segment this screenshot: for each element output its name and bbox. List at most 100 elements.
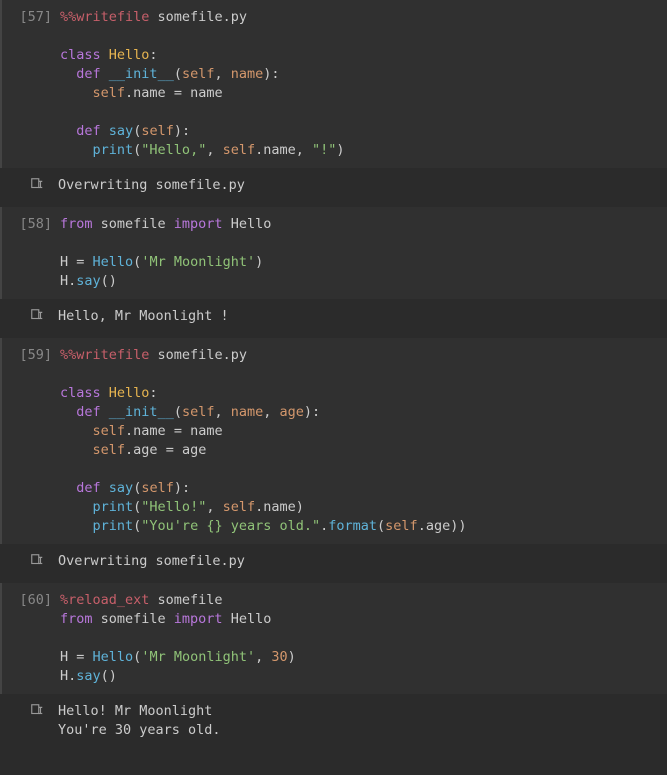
code-token-plain: name: [263, 499, 296, 515]
code-cell[interactable]: [57] %%writefile somefile.py class Hello…: [0, 0, 667, 168]
code-token-param: self: [93, 423, 126, 439]
code-token-str: "Hello!": [141, 499, 206, 515]
code-token-fn: print: [93, 142, 134, 158]
code-token-param: self: [223, 142, 256, 158]
output-collapse-icon[interactable]: [0, 552, 58, 571]
code-token-plain: [149, 347, 157, 363]
code-token-fn: say: [76, 273, 100, 289]
code-token-punc: ): [255, 254, 263, 270]
code-token-punc: ):: [304, 404, 320, 420]
code-token-param: name: [231, 66, 264, 82]
code-token-punc: ): [336, 142, 344, 158]
output-collapse-icon[interactable]: [0, 307, 58, 326]
code-token-fn: __init__: [109, 66, 174, 82]
code-token-str: 'Mr Moonlight': [141, 649, 255, 665]
code-token-param: self: [93, 85, 126, 101]
code-token-punc: =: [76, 649, 92, 665]
code-token-plain: [149, 9, 157, 25]
code-token-kw: class: [60, 385, 101, 401]
code-token-plain: [101, 66, 109, 82]
code-token-punc: (: [377, 518, 385, 534]
code-editor[interactable]: %reload_ext somefile from somefile impor…: [60, 591, 667, 686]
code-token-plain: [60, 142, 93, 158]
code-token-punc: (: [174, 66, 182, 82]
code-token-kw: def: [76, 66, 100, 82]
code-token-plain: H: [60, 254, 76, 270]
code-token-plain: [101, 123, 109, 139]
code-token-punc: ,: [255, 649, 271, 665]
code-token-plain: age: [426, 518, 450, 534]
code-token-punc: ):: [174, 123, 190, 139]
code-token-punc: ,: [296, 142, 312, 158]
code-token-kw: from: [60, 611, 93, 627]
code-token-str: "You're {} years old.": [141, 518, 320, 534]
code-token-plain: [60, 123, 76, 139]
code-token-plain: Hello: [223, 611, 272, 627]
code-token-punc: ,: [206, 499, 222, 515]
code-token-plain: Hello: [223, 216, 272, 232]
code-token-num: 30: [271, 649, 287, 665]
code-token-plain: [60, 499, 93, 515]
code-token-punc: ):: [263, 66, 279, 82]
execution-count: [60]: [2, 591, 60, 686]
code-token-plain: [101, 47, 109, 63]
code-editor[interactable]: from somefile import Hello H = Hello('Mr…: [60, 215, 667, 291]
code-cell[interactable]: [58] from somefile import Hello H = Hell…: [0, 207, 667, 299]
code-cell[interactable]: [59] %%writefile somefile.py class Hello…: [0, 338, 667, 544]
code-token-plain: name: [263, 142, 296, 158]
code-token-punc: :: [149, 385, 157, 401]
code-token-punc: =: [166, 423, 190, 439]
code-token-kw: from: [60, 216, 93, 232]
output-text: Hello, Mr Moonlight !: [58, 307, 667, 326]
code-token-magic: %%writefile: [60, 347, 149, 363]
code-token-file: somefile.py: [158, 347, 247, 363]
output-collapse-icon[interactable]: [0, 702, 58, 740]
code-token-plain: age: [182, 442, 206, 458]
output-text: Hello! Mr Moonlight You're 30 years old.: [58, 702, 667, 740]
code-token-param: self: [182, 404, 215, 420]
code-token-punc: ,: [214, 404, 230, 420]
code-token-plain: name: [190, 85, 223, 101]
code-token-magic: %%writefile: [60, 9, 149, 25]
code-token-plain: [60, 66, 76, 82]
output-collapse-icon[interactable]: [0, 176, 58, 195]
output-text: Overwriting somefile.py: [58, 552, 667, 571]
code-token-file: somefile.py: [158, 9, 247, 25]
code-token-plain: somefile: [149, 592, 222, 608]
execution-count: [59]: [2, 346, 60, 536]
execution-count: [57]: [2, 8, 60, 160]
code-token-kw: import: [174, 216, 223, 232]
code-token-punc: ):: [174, 480, 190, 496]
code-token-plain: somefile: [93, 611, 174, 627]
code-token-plain: [60, 518, 93, 534]
code-token-name: Hello: [109, 47, 150, 63]
code-token-punc: ): [296, 499, 304, 515]
code-token-punc: .: [125, 423, 133, 439]
code-token-fn: say: [76, 668, 100, 684]
code-token-punc: )): [450, 518, 466, 534]
code-token-plain: [101, 385, 109, 401]
code-token-punc: (): [101, 668, 117, 684]
code-token-param: self: [93, 442, 126, 458]
code-token-punc: .: [125, 85, 133, 101]
code-token-name: Hello: [109, 385, 150, 401]
code-token-param: self: [385, 518, 418, 534]
code-token-plain: [60, 480, 76, 496]
code-editor[interactable]: %%writefile somefile.py class Hello: def…: [60, 346, 667, 536]
code-token-fn: print: [93, 518, 134, 534]
code-token-fn: say: [109, 480, 133, 496]
code-token-punc: =: [166, 85, 190, 101]
code-token-punc: =: [76, 254, 92, 270]
code-token-plain: [60, 442, 93, 458]
code-token-plain: [60, 85, 93, 101]
code-token-punc: .: [125, 442, 133, 458]
output-area: Overwriting somefile.py: [0, 544, 667, 579]
code-token-param: self: [141, 123, 174, 139]
code-token-plain: H: [60, 649, 76, 665]
code-token-kw: class: [60, 47, 101, 63]
code-token-plain: somefile: [93, 216, 174, 232]
code-token-param: self: [141, 480, 174, 496]
code-cell[interactable]: [60] %reload_ext somefile from somefile …: [0, 583, 667, 694]
code-token-plain: name: [190, 423, 223, 439]
code-editor[interactable]: %%writefile somefile.py class Hello: def…: [60, 8, 667, 160]
